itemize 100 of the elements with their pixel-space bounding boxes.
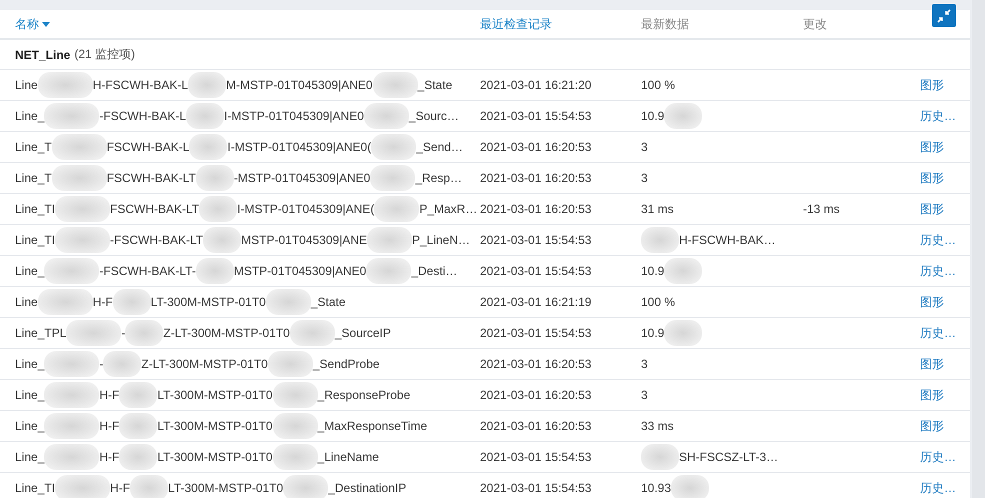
redaction-blur: [119, 444, 158, 470]
latest-value: 100 %: [641, 78, 676, 92]
graph-link[interactable]: 历史…: [920, 108, 956, 124]
timestamp: 2021-03-01 15:54:53: [480, 326, 592, 340]
item-name: Line_TI FSCWH-BAK-LT I-MSTP-01T045309|ANE( P_MaxR…: [15, 196, 478, 222]
graph-link[interactable]: 图形: [920, 356, 944, 372]
item-name: Line_TI H-F LT-300M-MSTP-01T0 _DestinationIP: [15, 475, 406, 498]
redaction-blur: [272, 444, 318, 470]
graph-link[interactable]: 图形: [920, 138, 944, 156]
redaction-blur: [55, 196, 110, 222]
item-name: Line_ - Z-LT-300M-MSTP-01T0 _SendProbe: [15, 351, 380, 377]
redaction-blur: [364, 103, 409, 129]
latest-value: 31 ms: [641, 202, 674, 216]
redaction-blur: [641, 444, 679, 470]
graph-link[interactable]: 历史…: [920, 232, 956, 248]
redaction-blur: [103, 351, 142, 377]
latest-value: 10.9: [641, 320, 702, 346]
latest-value: 10.93: [641, 475, 710, 498]
redaction-blur: [372, 72, 418, 98]
graph-link[interactable]: 历史…: [920, 480, 956, 496]
latest-value: 33 ms: [641, 419, 674, 433]
column-header: 更改: [803, 16, 827, 32]
item-name: Line_T FSCWH-BAK-LT -MSTP-01T045309|ANE0 _Resp…: [15, 165, 462, 191]
timestamp: 2021-03-01 16:21:20: [480, 78, 592, 92]
group-name: NET_Line: [15, 48, 70, 62]
redaction-blur: [370, 165, 416, 191]
redaction-blur: [52, 134, 107, 160]
redaction-blur: [268, 351, 313, 377]
latest-value: 3: [641, 388, 648, 402]
collapse-icon: [937, 8, 951, 22]
latest-value: 10.9: [641, 103, 702, 129]
latest-value: H-FSCWH-BAK…: [641, 227, 776, 253]
item-name: Line_T FSCWH-BAK-L I-MSTP-01T045309|ANE0( _Send…: [15, 134, 463, 160]
change-value: -13 ms: [803, 202, 841, 216]
timestamp: 2021-03-01 16:20:53: [480, 202, 592, 216]
redaction-blur: [283, 475, 328, 498]
latest-value: 100 %: [641, 295, 676, 309]
latest-value: 3: [641, 357, 648, 371]
redaction-blur: [119, 382, 158, 408]
item-name: Line_TI -FSCWH-BAK-LT MSTP-01T045309|ANE P_LineN…: [15, 227, 470, 253]
graph-link[interactable]: 历史…: [920, 262, 956, 280]
redaction-blur: [55, 227, 110, 253]
latest-value: SH-FSCSZ-LT-3…: [641, 444, 778, 470]
item-name: Line H-F LT-300M-MSTP-01T0 _State: [15, 289, 346, 315]
redaction-blur: [272, 413, 318, 439]
timestamp: 2021-03-01 16:20:53: [480, 388, 592, 402]
redaction-blur: [44, 103, 100, 129]
item-name: Line_ H-F LT-300M-MSTP-01T0 _MaxResponseTime: [15, 413, 428, 439]
graph-link[interactable]: 历史…: [920, 448, 956, 466]
redaction-blur: [366, 227, 412, 253]
redaction-blur: [641, 227, 679, 253]
timestamp: 2021-03-01 15:54:53: [480, 109, 592, 123]
graph-link[interactable]: 历史…: [920, 324, 956, 342]
graph-link[interactable]: 图形: [920, 170, 944, 186]
redaction-blur: [44, 382, 100, 408]
redaction-blur: [366, 258, 412, 284]
redaction-blur: [44, 351, 100, 377]
redaction-blur: [196, 258, 234, 284]
item-name: Line_ H-F LT-300M-MSTP-01T0 _ResponseProbe: [15, 382, 410, 408]
redaction-blur: [199, 196, 238, 222]
latest-value: 3: [641, 171, 648, 185]
timestamp: 2021-03-01 16:20:53: [480, 171, 592, 185]
redaction-blur: [44, 258, 100, 284]
latest-value: 3: [641, 140, 648, 154]
column-sort-link[interactable]: 最近检查记录: [480, 16, 552, 32]
timestamp: 2021-03-01 15:54:53: [480, 450, 592, 464]
redaction-blur: [266, 289, 311, 315]
graph-link[interactable]: 图形: [920, 418, 944, 434]
redaction-blur: [371, 134, 416, 160]
sort-caret-icon: [42, 22, 50, 26]
group-count: (21 监控项): [74, 46, 136, 63]
redaction-blur: [189, 134, 228, 160]
graph-link[interactable]: 图形: [920, 200, 944, 218]
redaction-blur: [188, 72, 226, 98]
redaction-blur: [671, 475, 710, 498]
latest-value: 10.9: [641, 258, 702, 284]
redaction-blur: [374, 196, 420, 222]
timestamp: 2021-03-01 15:54:53: [480, 264, 592, 278]
column-sort-link[interactable]: 名称: [15, 16, 50, 32]
timestamp: 2021-03-01 15:54:53: [480, 481, 592, 495]
timestamp: 2021-03-01 16:20:53: [480, 419, 592, 433]
graph-link[interactable]: 图形: [920, 76, 944, 94]
redaction-blur: [664, 103, 702, 129]
redaction-blur: [196, 165, 234, 191]
redaction-blur: [66, 320, 122, 346]
timestamp: 2021-03-01 16:21:19: [480, 295, 592, 309]
redaction-blur: [664, 320, 702, 346]
redaction-blur: [125, 320, 164, 346]
column-header: 最新数据: [641, 16, 689, 32]
redaction-blur: [55, 475, 110, 498]
graph-link[interactable]: 图形: [920, 294, 944, 310]
collapse-button[interactable]: [932, 4, 956, 27]
item-name: Line_ -FSCWH-BAK-L I-MSTP-01T045309|ANE0 _Sourc…: [15, 103, 459, 129]
redaction-blur: [272, 382, 318, 408]
item-name: Line_ -FSCWH-BAK-LT- MSTP-01T045309|ANE0 _Desti…: [15, 258, 458, 284]
redaction-blur: [44, 444, 100, 470]
timestamp: 2021-03-01 16:20:53: [480, 140, 592, 154]
timestamp: 2021-03-01 15:54:53: [480, 233, 592, 247]
graph-link[interactable]: 图形: [920, 386, 944, 404]
redaction-blur: [119, 413, 158, 439]
